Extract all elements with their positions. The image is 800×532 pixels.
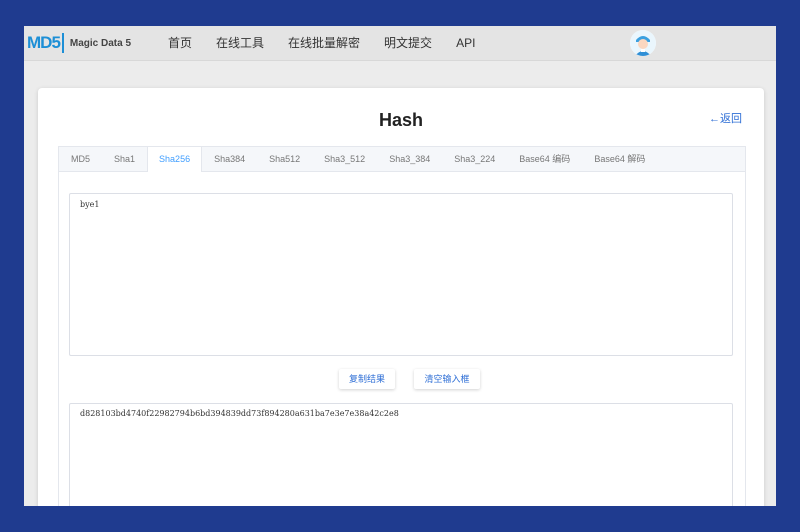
browser-viewport: MD5 Magic Data 5 首页 在线工具 在线批量解密 明文提交 API… <box>24 26 776 506</box>
avatar-icon <box>630 30 656 56</box>
tab-sha3-384[interactable]: Sha3_384 <box>377 147 442 171</box>
logo-text: Magic Data 5 <box>69 37 132 49</box>
user-avatar[interactable] <box>630 30 656 56</box>
plaintext-input[interactable]: bye1 <box>69 193 733 356</box>
tab-sha512[interactable]: Sha512 <box>257 147 312 171</box>
top-navigation: MD5 Magic Data 5 首页 在线工具 在线批量解密 明文提交 API <box>24 26 776 61</box>
hash-output[interactable]: d828103bd4740f22982794b6bd394839dd73f894… <box>69 403 733 506</box>
back-link[interactable]: ←返回 <box>709 110 742 126</box>
tab-bar: MD5 Sha1 Sha256 Sha384 Sha512 Sha3_512 S… <box>59 147 745 172</box>
nav-link-online-tools[interactable]: 在线工具 <box>216 36 264 50</box>
tab-sha1[interactable]: Sha1 <box>102 147 147 171</box>
tab-sha3-512[interactable]: Sha3_512 <box>312 147 377 171</box>
clear-input-button[interactable]: 清空输入框 <box>414 369 480 389</box>
nav-link-home[interactable]: 首页 <box>168 36 192 50</box>
tab-base64-encode[interactable]: Base64 编码 <box>507 147 582 171</box>
nav-link-batch-decrypt[interactable]: 在线批量解密 <box>288 36 360 50</box>
nav-link-api[interactable]: API <box>456 36 475 50</box>
copy-result-button[interactable]: 复制结果 <box>339 369 395 389</box>
nav-links: 首页 在线工具 在线批量解密 明文提交 API <box>168 36 499 50</box>
nav-link-plaintext-submit[interactable]: 明文提交 <box>384 36 432 50</box>
site-logo[interactable]: MD5 Magic Data 5 <box>27 33 131 53</box>
page-title: Hash <box>378 110 423 130</box>
tab-md5[interactable]: MD5 <box>59 147 102 171</box>
hash-tool-card: Hash ←返回 MD5 Sha1 Sha256 Sha384 Sha512 S… <box>38 88 764 506</box>
logo-mark: MD5 <box>27 33 64 53</box>
tab-sha3-224[interactable]: Sha3_224 <box>442 147 507 171</box>
hash-tabs-panel: MD5 Sha1 Sha256 Sha384 Sha512 Sha3_512 S… <box>58 146 746 506</box>
tab-sha384[interactable]: Sha384 <box>202 147 257 171</box>
tab-base64-decode[interactable]: Base64 解码 <box>582 147 657 171</box>
tab-sha256[interactable]: Sha256 <box>147 147 203 172</box>
